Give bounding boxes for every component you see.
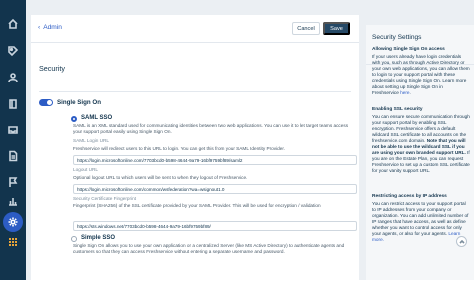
left-nav-rail xyxy=(0,0,26,280)
page-bottom-margin xyxy=(0,280,474,296)
simple-sso-description: Single Sign On allows you to use your ow… xyxy=(73,243,345,255)
home-icon[interactable] xyxy=(7,18,19,30)
save-button[interactable]: Save xyxy=(323,22,350,35)
back-link-label: Admin xyxy=(43,24,62,31)
simple-sso-radio[interactable] xyxy=(71,236,77,242)
ip-restriction-help-text: You can restrict access to your support … xyxy=(372,201,469,242)
ssl-help-heading: Enabling SSL security xyxy=(372,107,423,112)
sso-toggle-label: Single Sign On xyxy=(57,99,102,106)
sso-help-heading: Allowing Single Sign On access xyxy=(372,47,445,52)
inbox-icon[interactable] xyxy=(7,124,19,136)
scroll-to-top-button[interactable] xyxy=(456,236,467,247)
chart-icon[interactable] xyxy=(7,195,19,207)
app-window: ‹ Admin Cancel Save Security Single Sign… xyxy=(0,0,474,280)
users-icon[interactable] xyxy=(7,72,19,84)
certificate-fingerprint-field[interactable]: https://sts.windows.net/7703bcd0-b598-46… xyxy=(73,221,357,231)
logout-url-field[interactable]: https://login.microsoftonline.com/common… xyxy=(73,184,357,194)
saml-login-url-help: Freshservice will redirect users to this… xyxy=(73,146,285,151)
cancel-button[interactable]: Cancel xyxy=(292,22,320,35)
section-divider xyxy=(39,91,351,92)
help-panel-title: Security Settings xyxy=(372,34,422,41)
page-title: Security xyxy=(39,64,65,73)
ip-restriction-help-heading: Restricting access by IP address xyxy=(372,194,447,199)
saml-sso-description: SAML is an XML standard used for communi… xyxy=(73,123,349,135)
book-icon[interactable] xyxy=(7,98,19,110)
certificate-fingerprint-help: Fingerprint (SHA256) of the SSL certific… xyxy=(73,203,321,208)
logout-url-help: Optional logout URL to which users will … xyxy=(73,175,248,180)
chevron-up-icon xyxy=(458,239,465,244)
saml-sso-title: SAML SSO xyxy=(81,115,113,121)
sso-toggle[interactable] xyxy=(39,99,53,106)
sso-help-link[interactable]: here xyxy=(400,90,409,95)
saml-login-url-label: SAML Login URL xyxy=(73,138,110,143)
chevron-left-icon: ‹ xyxy=(38,24,41,31)
certificate-fingerprint-label: Security Certificate Fingerprint xyxy=(73,196,137,201)
sso-help-text: If your users already have login credent… xyxy=(372,54,470,95)
ssl-help-text: You can ensure secure communication thro… xyxy=(372,114,470,173)
saml-login-url-field[interactable]: https://login.microsoftonline.com/7703bc… xyxy=(73,155,357,165)
flag-icon[interactable] xyxy=(7,176,19,188)
settings-icon[interactable] xyxy=(3,212,23,232)
document-icon[interactable] xyxy=(7,150,19,162)
back-to-admin-link[interactable]: ‹ Admin xyxy=(38,24,62,31)
form-toolbar: ‹ Admin Cancel Save xyxy=(31,15,359,43)
simple-sso-title: Simple SSO xyxy=(81,235,116,241)
saml-sso-radio[interactable] xyxy=(71,116,77,122)
apps-grid-icon[interactable] xyxy=(7,236,19,248)
logout-url-label: Logout URL xyxy=(73,167,99,172)
tag-icon[interactable] xyxy=(7,45,19,57)
security-settings-form: ‹ Admin Cancel Save Security Single Sign… xyxy=(31,15,359,280)
